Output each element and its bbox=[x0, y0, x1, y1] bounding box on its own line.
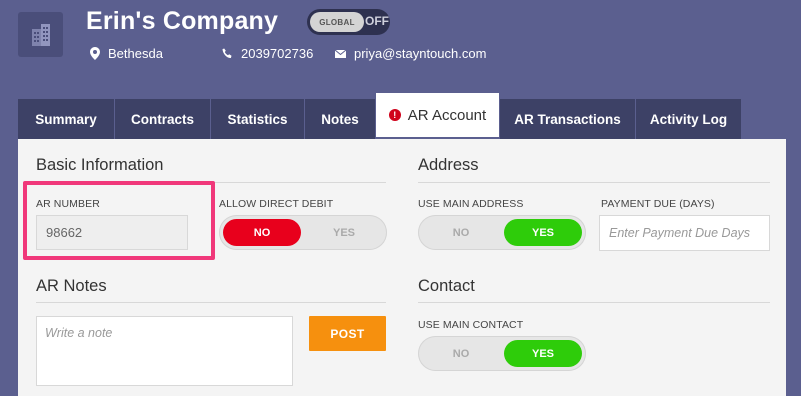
alert-icon: ! bbox=[388, 109, 401, 121]
use-main-address-switch[interactable]: NO YES bbox=[418, 215, 586, 250]
use-main-contact-label: USE MAIN CONTACT bbox=[418, 319, 524, 331]
contact-title: Contact bbox=[418, 277, 475, 295]
global-toggle-state: OFF bbox=[365, 14, 389, 28]
tab-notes[interactable]: Notes bbox=[305, 99, 376, 139]
note-textarea[interactable]: Write a note bbox=[36, 316, 293, 386]
email-info: priya@stayntouch.com bbox=[335, 46, 486, 61]
direct-debit-yes-option[interactable]: YES bbox=[305, 219, 383, 246]
use-main-contact-switch[interactable]: NO YES bbox=[418, 336, 586, 371]
global-toggle-label: GLOBAL bbox=[310, 12, 364, 32]
use-main-contact-no-option[interactable]: NO bbox=[422, 340, 500, 367]
contact-divider bbox=[418, 302, 770, 303]
phone-icon bbox=[222, 48, 232, 59]
use-main-address-no-option[interactable]: NO bbox=[422, 219, 500, 246]
company-name: Erin's Company bbox=[86, 7, 279, 35]
direct-debit-no-option[interactable]: NO bbox=[223, 219, 301, 246]
phone-info: 2039702736 bbox=[222, 46, 313, 61]
post-button[interactable]: POST bbox=[309, 316, 386, 351]
company-logo bbox=[18, 12, 63, 57]
location-pin-icon bbox=[90, 47, 100, 60]
building-icon bbox=[31, 23, 50, 46]
email-text: priya@stayntouch.com bbox=[354, 46, 487, 61]
direct-debit-label: ALLOW DIRECT DEBIT bbox=[219, 198, 334, 210]
tab-ar-account[interactable]: ! AR Account bbox=[376, 93, 500, 137]
tab-summary[interactable]: Summary bbox=[18, 99, 115, 139]
address-title: Address bbox=[418, 156, 479, 174]
use-main-address-label: USE MAIN ADDRESS bbox=[418, 198, 524, 210]
payment-due-label: PAYMENT DUE (DAYS) bbox=[601, 198, 715, 210]
phone-text: 2039702736 bbox=[241, 46, 314, 61]
tab-ar-account-label: AR Account bbox=[407, 106, 487, 124]
location-text: Bethesda bbox=[108, 46, 163, 61]
use-main-address-yes-option[interactable]: YES bbox=[504, 219, 582, 246]
ar-number-highlight bbox=[23, 181, 215, 260]
global-toggle[interactable]: GLOBAL OFF bbox=[307, 9, 390, 35]
direct-debit-switch[interactable]: NO YES bbox=[219, 215, 387, 250]
tab-contracts[interactable]: Contracts bbox=[115, 99, 211, 139]
location-info: Bethesda bbox=[90, 46, 163, 61]
payment-due-input[interactable]: Enter Payment Due Days bbox=[599, 215, 770, 251]
ar-account-panel: Basic Information AR NUMBER 98662 ALLOW … bbox=[18, 139, 786, 396]
tab-statistics[interactable]: Statistics bbox=[211, 99, 305, 139]
tab-activity-log[interactable]: Activity Log bbox=[636, 99, 742, 139]
use-main-contact-yes-option[interactable]: YES bbox=[504, 340, 582, 367]
envelope-icon bbox=[335, 49, 346, 58]
address-divider bbox=[418, 182, 770, 183]
ar-notes-divider bbox=[36, 302, 386, 303]
tab-bar: Summary Contracts Statistics Notes ! AR … bbox=[18, 93, 742, 139]
basic-info-title: Basic Information bbox=[36, 156, 164, 174]
tab-ar-transactions[interactable]: AR Transactions bbox=[500, 99, 636, 139]
ar-notes-title: AR Notes bbox=[36, 277, 107, 295]
